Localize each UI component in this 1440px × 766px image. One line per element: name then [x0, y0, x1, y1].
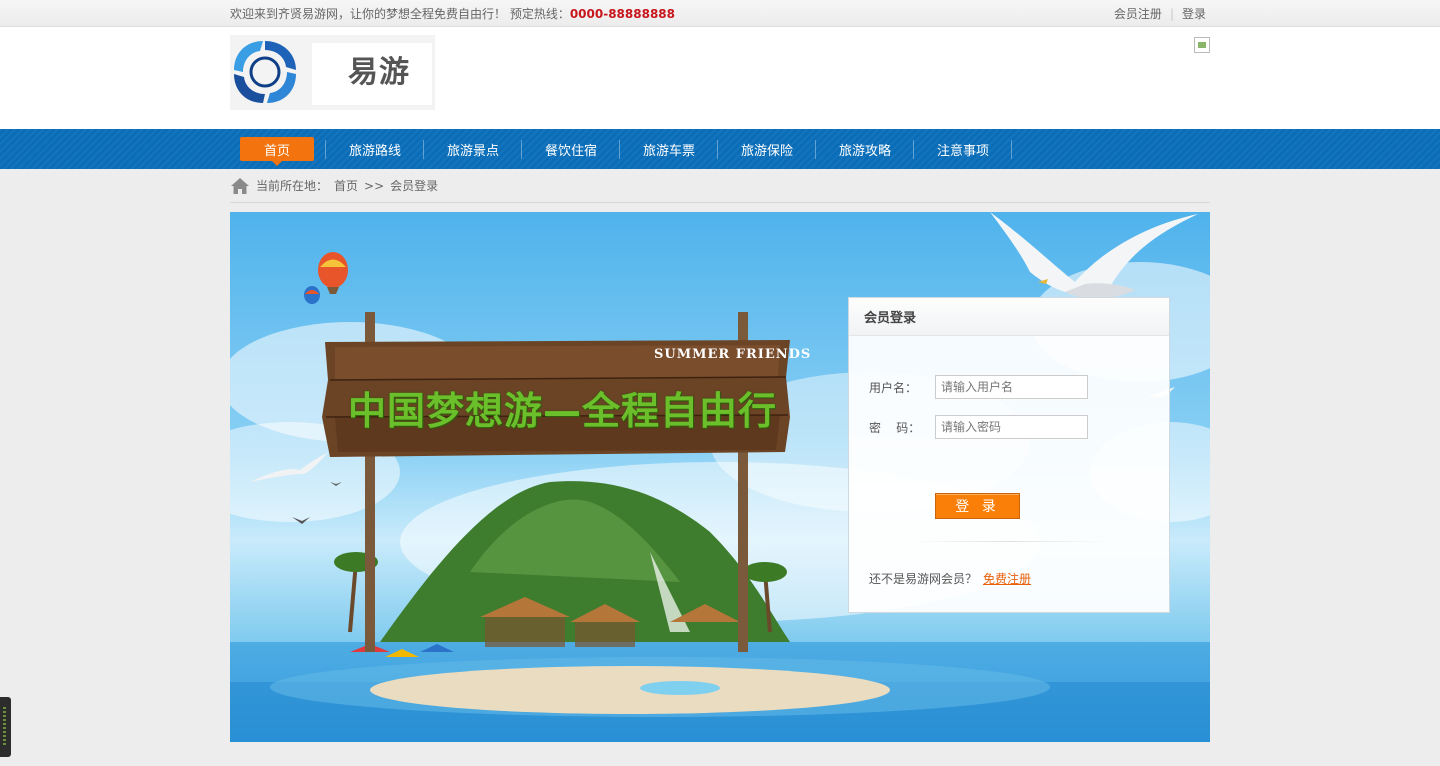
breadcrumb-home-link[interactable]: 首页: [334, 177, 358, 194]
logo-ring-icon: [234, 41, 296, 103]
nav-item-label: 餐饮住宿: [544, 143, 597, 159]
password-input[interactable]: [935, 415, 1088, 439]
nav-item-guides[interactable]: 旅游攻略: [816, 129, 914, 169]
username-row: 用户名：: [869, 375, 1088, 399]
login-banner: SUMMER FRIENDS 中国梦想游—全程自由行 会员登录 用户名： 密 码…: [230, 212, 1210, 742]
nav-item-home[interactable]: 首页: [240, 129, 326, 169]
login-divider: [909, 541, 1109, 542]
member-login-panel: 会员登录 用户名： 密 码： 登 录 还不是易游网会员？ 免费注册: [848, 297, 1170, 613]
username-input[interactable]: [935, 375, 1088, 399]
free-register-link[interactable]: 免费注册: [983, 572, 1031, 586]
login-link[interactable]: 登录: [1182, 5, 1206, 22]
register-prompt-text: 还不是易游网会员？: [869, 572, 978, 586]
nav-item-insurance[interactable]: 旅游保险: [718, 129, 816, 169]
nav-item-label: 旅游路线: [348, 143, 401, 159]
password-label: 密 码：: [869, 420, 921, 435]
login-panel-title: 会员登录: [849, 298, 1169, 336]
login-submit-button[interactable]: 登 录: [935, 493, 1020, 519]
site-logo[interactable]: 易游: [230, 35, 435, 110]
username-label: 用户名：: [869, 380, 918, 395]
nav-item-label: 旅游保险: [740, 143, 793, 159]
breadcrumb-current: 会员登录: [390, 179, 439, 193]
password-row: 密 码：: [869, 415, 1088, 439]
welcome-message: 欢迎来到齐贤易游网，让你的梦想全程免费自由行！ 预定热线：: [230, 7, 570, 21]
breadcrumb: 当前所在地： 首页 >> 会员登录: [230, 169, 1210, 203]
home-icon: [231, 177, 249, 194]
nav-item-notices[interactable]: 注意事项: [914, 129, 1012, 169]
main-nav: 首页 旅游路线 旅游景点 餐饮住宿 旅游车票 旅游保险 旅游攻略 注意事项: [0, 129, 1440, 169]
register-prompt: 还不是易游网会员？ 免费注册: [869, 570, 1031, 587]
nav-item-label: 旅游车票: [642, 143, 695, 159]
nav-item-attractions[interactable]: 旅游景点: [424, 129, 522, 169]
top-links: 会员注册 | 登录: [1114, 5, 1206, 22]
logo-text: 易游: [348, 55, 410, 90]
nav-item-label: 注意事项: [936, 143, 989, 159]
header: 易游: [0, 27, 1440, 129]
nav-item-tickets[interactable]: 旅游车票: [620, 129, 718, 169]
welcome-text: 欢迎来到齐贤易游网，让你的梦想全程免费自由行！ 预定热线：0000-888888…: [230, 5, 675, 22]
nav-item-routes[interactable]: 旅游路线: [326, 129, 424, 169]
top-bar: 欢迎来到齐贤易游网，让你的梦想全程免费自由行！ 预定热线：0000-888888…: [0, 0, 1440, 27]
register-link[interactable]: 会员注册: [1114, 5, 1162, 22]
broken-image-icon: [1194, 37, 1210, 53]
top-link-separator: |: [1169, 6, 1174, 21]
breadcrumb-separator: >>: [364, 178, 385, 193]
sign-title: 中国梦想游—全程自由行: [348, 389, 778, 433]
breadcrumb-prefix: 当前所在地：: [256, 179, 329, 193]
nav-item-label: 旅游景点: [446, 143, 499, 159]
sign-subtitle: SUMMER FRIENDS: [654, 347, 812, 362]
nav-item-dining-lodging[interactable]: 餐饮住宿: [522, 129, 620, 169]
hotline-number: 0000-88888888: [569, 7, 676, 21]
nav-item-label: 旅游攻略: [838, 143, 891, 159]
side-tool-widget[interactable]: [0, 697, 11, 757]
nav-item-label: 首页: [263, 143, 290, 159]
